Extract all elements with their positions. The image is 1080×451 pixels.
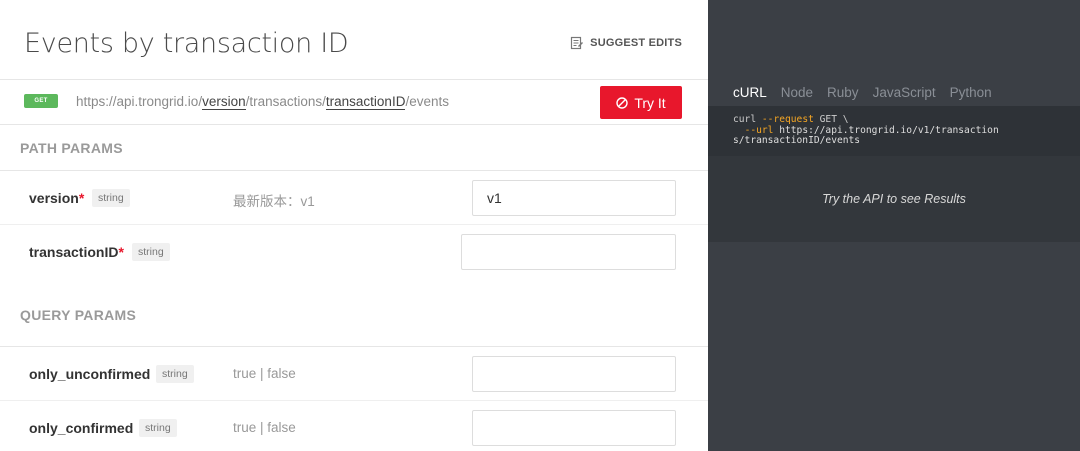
tab-ruby[interactable]: Ruby [827,85,859,100]
param-row-only-confirmed: only_confirmed string true | false [0,401,708,451]
suggest-edits-button[interactable]: SUGGEST EDITS [570,36,682,50]
type-badge: string [92,189,130,207]
edit-document-icon [571,36,584,50]
endpoint-url: https://api.trongrid.io/version/transact… [76,94,449,110]
param-name: transactionID* [29,244,124,260]
language-tabs: cURL Node Ruby JavaScript Python [733,85,992,100]
param-name: only_confirmed [29,420,134,436]
param-description: 最新版本：v1 [233,194,315,209]
param-row-transactionid: transactionID* string [0,225,708,281]
param-name: version* [29,190,85,206]
code-panel-bottom [708,242,1080,451]
page-title: Events by transaction ID [24,28,349,59]
api-reference-panel: Events by transaction ID SUGGEST EDITS G… [0,0,708,451]
tab-python[interactable]: Python [950,85,992,100]
type-badge: string [132,243,170,261]
param-name: only_unconfirmed [29,366,151,382]
page-header: Events by transaction ID SUGGEST EDITS [0,0,708,80]
path-params-heading: PATH PARAMS [0,125,708,171]
param-description: true | false [233,366,296,381]
type-badge: string [139,419,177,437]
param-row-only-unconfirmed: only_unconfirmed string true | false [0,347,708,401]
code-panel-top [708,0,1080,80]
url-segment-transactionid[interactable]: transactionID [325,94,406,110]
version-input[interactable]: v1 [472,180,676,216]
query-params-heading: QUERY PARAMS [0,281,708,347]
results-placeholder: Try the API to see Results [708,156,1080,242]
try-it-label: Try It [634,94,666,111]
tab-node[interactable]: Node [781,85,813,100]
try-it-button[interactable]: Try It [600,86,682,119]
url-mid: /transactions/ [245,94,326,109]
param-row-version: version* string 最新版本：v1 v1 [0,171,708,225]
suggest-edits-label: SUGGEST EDITS [590,37,682,49]
url-base: https://api.trongrid.io/ [76,94,203,109]
only-confirmed-input[interactable] [472,410,676,446]
transactionid-input[interactable] [461,234,676,270]
code-sample-panel: cURL Node Ruby JavaScript Python curl --… [708,0,1080,451]
no-entry-icon [616,96,629,109]
query-params-list: only_unconfirmed string true | false onl… [0,347,708,451]
only-unconfirmed-input[interactable] [472,356,676,392]
url-segment-version[interactable]: version [202,94,246,110]
endpoint-bar: GET https://api.trongrid.io/version/tran… [0,80,708,125]
type-badge: string [156,365,194,383]
tab-curl[interactable]: cURL [733,85,767,100]
tab-javascript[interactable]: JavaScript [873,85,936,100]
url-tail: /events [405,94,449,109]
code-sample: curl --request GET \ --url https://api.t… [708,106,1080,156]
param-description: true | false [233,420,296,435]
method-badge: GET [24,94,58,108]
path-params-list: version* string 最新版本：v1 v1 transactionID… [0,171,708,281]
